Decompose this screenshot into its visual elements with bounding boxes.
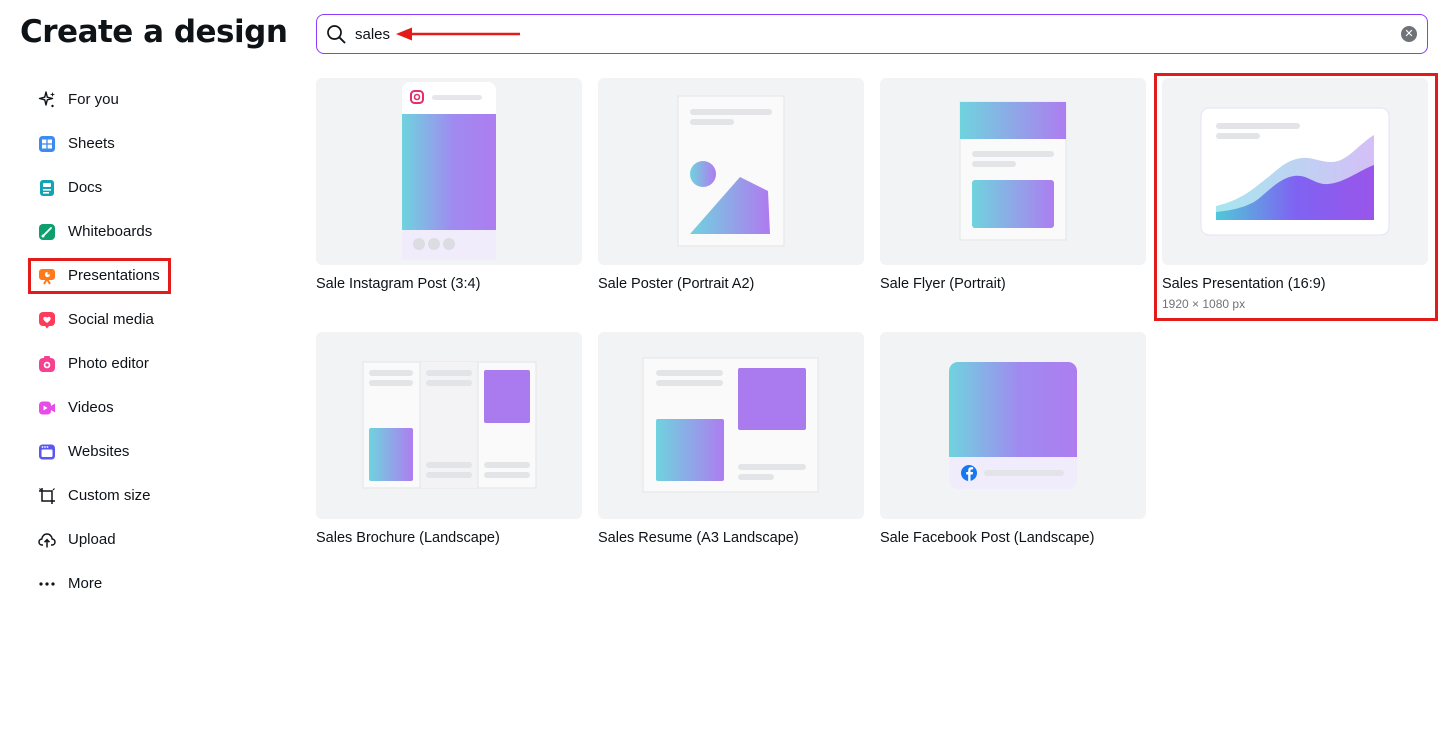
sidebar-item-more[interactable]: More: [28, 562, 258, 606]
sidebar-item-social-media[interactable]: Social media: [28, 298, 258, 342]
sidebar-item-docs[interactable]: Docs: [28, 166, 258, 210]
sidebar-item-label: Docs: [68, 179, 103, 196]
sheets-icon: [39, 136, 55, 152]
template-title: Sale Poster (Portrait A2): [598, 276, 755, 292]
sidebar-item-sheets[interactable]: Sheets: [28, 122, 258, 166]
page-title: Create a design: [20, 14, 288, 50]
sidebar-item-label: Upload: [68, 531, 116, 548]
docs-icon: [40, 180, 54, 196]
annotation-arrow: [396, 27, 520, 41]
template-thumbnail: [316, 332, 582, 519]
sidebar-item-videos[interactable]: Videos: [28, 386, 258, 430]
sidebar-item-whiteboards[interactable]: Whiteboards: [28, 210, 258, 254]
sidebar-item-photo-editor[interactable]: Photo editor: [28, 342, 258, 386]
sidebar-item-presentations[interactable]: Presentations: [28, 254, 258, 298]
presentation-icon: [39, 269, 55, 285]
template-thumbnail: [316, 78, 582, 265]
clear-search-icon[interactable]: ✕: [1401, 26, 1417, 42]
sidebar-item-label: More: [68, 575, 103, 592]
sidebar-item-upload[interactable]: Upload: [28, 518, 258, 562]
template-thumbnail: [598, 78, 864, 265]
search-icon: [327, 25, 346, 44]
website-icon: [39, 444, 55, 460]
template-title: Sales Resume (A3 Landscape): [598, 530, 799, 546]
sparkle-icon: [38, 91, 55, 108]
cloud-upload-icon: [38, 533, 56, 548]
template-thumbnail: [880, 332, 1146, 519]
sidebar-item-label: For you: [68, 91, 119, 108]
whiteboard-icon: [39, 224, 55, 240]
sidebar-item-label: Custom size: [68, 487, 151, 504]
template-title: Sale Facebook Post (Landscape): [880, 530, 1095, 546]
camera-icon: [39, 356, 55, 372]
sidebar-item-label: Websites: [68, 443, 130, 460]
sidebar-item-label: Videos: [68, 399, 114, 416]
sidebar-item-label: Sheets: [68, 135, 115, 152]
crop-icon: [39, 488, 55, 504]
template-title: Sales Brochure (Landscape): [316, 530, 500, 546]
sidebar: For you Sheets Docs Whiteboards Presenta…: [28, 78, 258, 606]
template-thumbnail: [880, 78, 1146, 265]
sidebar-item-for-you[interactable]: For you: [28, 78, 258, 122]
sidebar-item-websites[interactable]: Websites: [28, 430, 258, 474]
sidebar-item-label: Whiteboards: [68, 223, 153, 240]
more-icon: [39, 582, 55, 586]
heart-icon: [39, 312, 55, 329]
sidebar-item-label: Photo editor: [68, 355, 149, 372]
sidebar-item-label: Social media: [68, 311, 154, 328]
template-title: Sale Instagram Post (3:4): [316, 276, 481, 292]
template-title: Sale Flyer (Portrait): [880, 276, 1006, 292]
sidebar-item-custom-size[interactable]: Custom size: [28, 474, 258, 518]
template-thumbnail: [598, 332, 864, 519]
video-icon: [39, 401, 55, 415]
sidebar-item-label: Presentations: [68, 267, 160, 284]
annotation-highlight-box: [1154, 73, 1438, 321]
